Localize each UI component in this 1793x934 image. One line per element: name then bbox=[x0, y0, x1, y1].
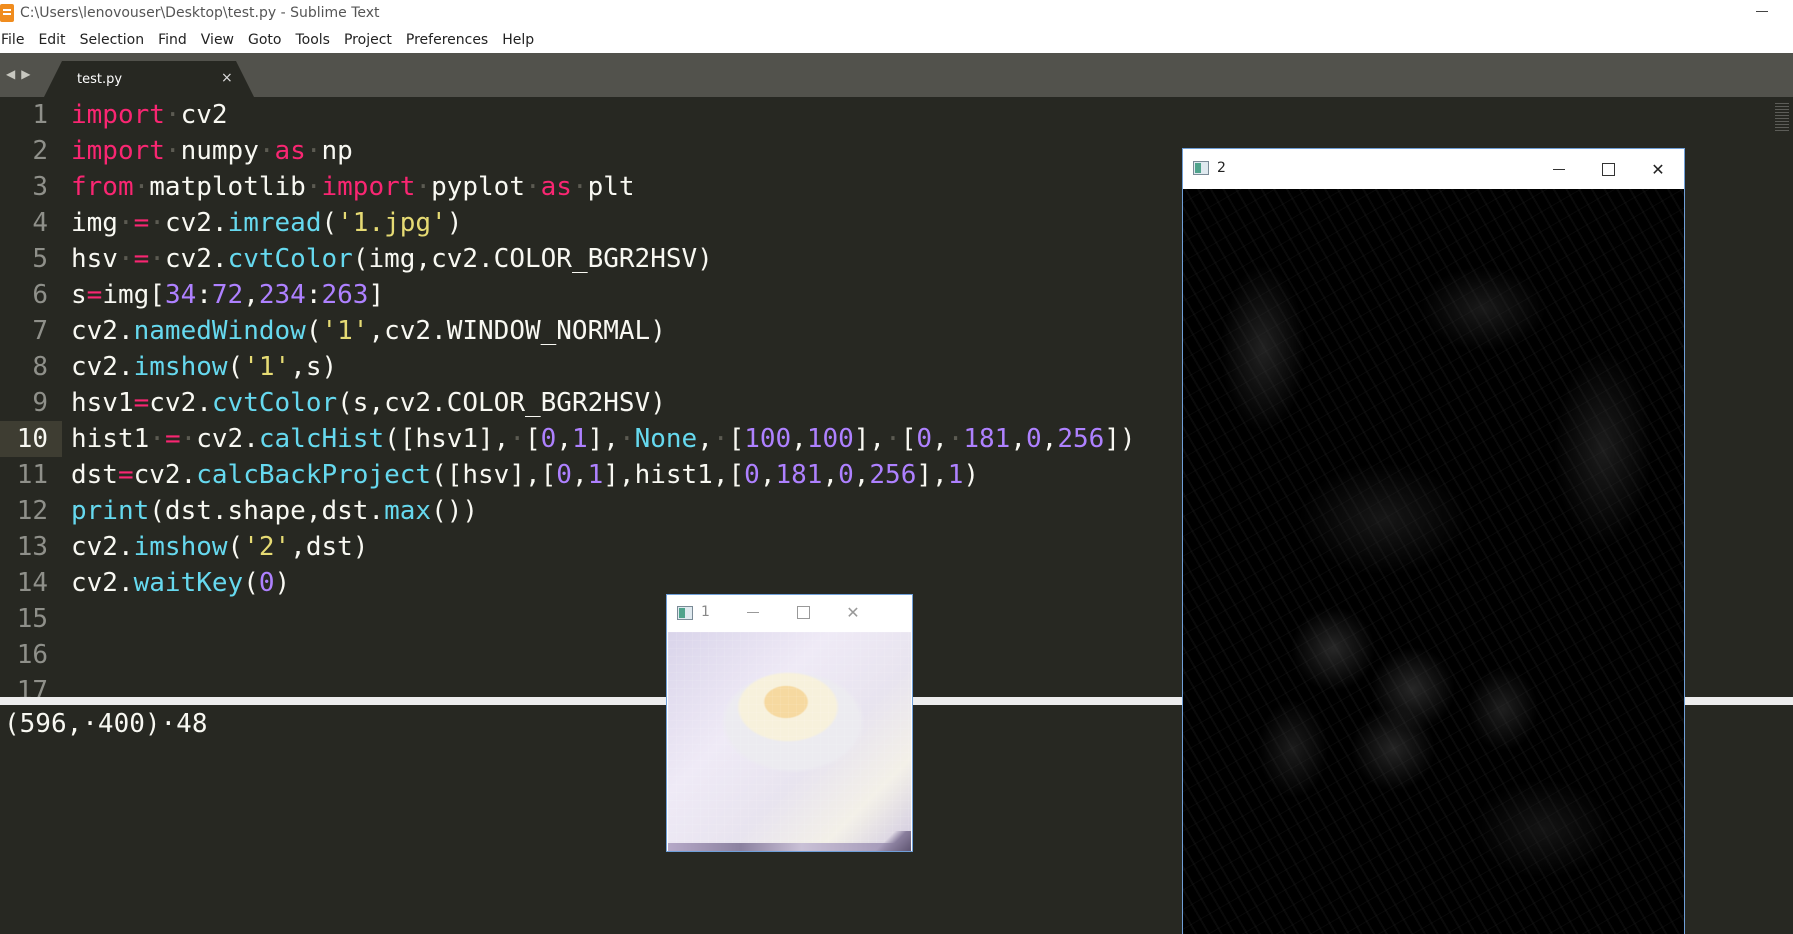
pixel-grid bbox=[668, 632, 911, 851]
opencv-window-icon bbox=[1193, 161, 1209, 175]
code-line[interactable]: hsv1=cv2.cvtColor(s,cv2.COLOR_BGR2HSV) bbox=[71, 385, 666, 421]
tab-navigation: ◀ ▶ bbox=[6, 67, 30, 81]
code-line[interactable]: img·=·cv2.imread('1.jpg') bbox=[71, 205, 462, 241]
back-projection-image bbox=[1183, 189, 1684, 934]
window-minimize-button[interactable] bbox=[1756, 11, 1768, 12]
menu-preferences[interactable]: Preferences bbox=[399, 32, 495, 48]
roi-image-corner bbox=[871, 831, 911, 851]
code-line[interactable]: cv2.imshow('2',dst) bbox=[71, 529, 368, 565]
line-number: 5 bbox=[32, 244, 48, 274]
line-number: 15 bbox=[16, 604, 48, 634]
tab-test-py[interactable]: test.py × bbox=[44, 61, 254, 97]
line-number: 6 bbox=[32, 280, 48, 310]
line-number: 16 bbox=[16, 640, 48, 670]
line-number: 1 bbox=[32, 100, 48, 130]
minimap[interactable] bbox=[1775, 101, 1789, 131]
back-projection-texture bbox=[1183, 189, 1684, 934]
close-button[interactable]: ✕ bbox=[1635, 149, 1681, 189]
code-line[interactable]: cv2.imshow('1',s) bbox=[71, 349, 337, 385]
maximize-button[interactable] bbox=[783, 595, 823, 630]
minimize-button[interactable] bbox=[733, 595, 773, 630]
console-output: (596,·400)·48 bbox=[4, 709, 208, 739]
tab-close-icon[interactable]: × bbox=[221, 70, 233, 86]
image-window-2[interactable]: 2 ✕ bbox=[1182, 148, 1685, 934]
menu-tools[interactable]: Tools bbox=[288, 32, 337, 48]
menu-edit[interactable]: Edit bbox=[31, 32, 72, 48]
line-number: 17 bbox=[16, 676, 48, 697]
roi-image bbox=[668, 632, 911, 851]
line-number: 11 bbox=[16, 460, 48, 490]
line-number: 2 bbox=[32, 136, 48, 166]
maximize-button[interactable] bbox=[1585, 149, 1631, 189]
tab-forward-icon[interactable]: ▶ bbox=[21, 67, 30, 81]
sublime-app-icon bbox=[0, 4, 14, 22]
code-line[interactable]: hist1·=·cv2.calcHist([hsv1],·[0,1],·None… bbox=[71, 421, 1136, 457]
line-number: 8 bbox=[32, 352, 48, 382]
title-bar: C:\Users\lenovouser\Desktop\test.py - Su… bbox=[0, 0, 1793, 27]
image-window-1-title: 1 bbox=[701, 604, 710, 620]
code-line[interactable]: from·matplotlib·import·pyplot·as·plt bbox=[71, 169, 635, 205]
line-number: 3 bbox=[32, 172, 48, 202]
tab-label: test.py bbox=[77, 72, 123, 87]
line-number: 13 bbox=[16, 532, 48, 562]
close-button[interactable]: ✕ bbox=[833, 595, 873, 630]
line-number-active: 10 bbox=[16, 424, 48, 454]
code-line[interactable]: s=img[34:72,234:263] bbox=[71, 277, 384, 313]
menu-bar: File Edit Selection Find View Goto Tools… bbox=[0, 27, 1793, 53]
code-line[interactable]: cv2.waitKey(0) bbox=[71, 565, 290, 601]
code-line[interactable]: dst=cv2.calcBackProject([hsv],[0,1],hist… bbox=[71, 457, 979, 493]
window-title: C:\Users\lenovouser\Desktop\test.py - Su… bbox=[20, 5, 380, 21]
code-line[interactable]: import·cv2 bbox=[71, 97, 228, 133]
line-number-gutter: 1 2 3 4 5 6 7 8 9 10 11 12 13 14 15 16 1… bbox=[0, 97, 62, 697]
image-window-2-title: 2 bbox=[1217, 160, 1226, 176]
code-line[interactable]: import·numpy·as·np bbox=[71, 133, 353, 169]
opencv-window-icon bbox=[677, 606, 693, 620]
image-window-1-titlebar[interactable]: 1 ✕ bbox=[667, 595, 912, 630]
code-line[interactable]: cv2.namedWindow('1',cv2.WINDOW_NORMAL) bbox=[71, 313, 666, 349]
line-number: 4 bbox=[32, 208, 48, 238]
menu-goto[interactable]: Goto bbox=[241, 32, 288, 48]
menu-project[interactable]: Project bbox=[337, 32, 399, 48]
tab-back-icon[interactable]: ◀ bbox=[6, 67, 15, 81]
tab-bar: ◀ ▶ test.py × bbox=[0, 53, 1793, 97]
menu-help[interactable]: Help bbox=[495, 32, 541, 48]
line-number: 9 bbox=[32, 388, 48, 418]
image-window-2-titlebar[interactable]: 2 ✕ bbox=[1183, 149, 1684, 189]
line-number: 7 bbox=[32, 316, 48, 346]
menu-view[interactable]: View bbox=[194, 32, 241, 48]
menu-file[interactable]: File bbox=[0, 32, 31, 48]
code-line[interactable]: hsv·=·cv2.cvtColor(img,cv2.COLOR_BGR2HSV… bbox=[71, 241, 713, 277]
line-number: 12 bbox=[16, 496, 48, 526]
line-number: 14 bbox=[16, 568, 48, 598]
menu-selection[interactable]: Selection bbox=[73, 32, 152, 48]
code-line[interactable]: print(dst.shape,dst.max()) bbox=[71, 493, 478, 529]
minimize-button[interactable] bbox=[1536, 149, 1582, 189]
image-window-1[interactable]: 1 ✕ bbox=[666, 594, 913, 852]
menu-find[interactable]: Find bbox=[151, 32, 194, 48]
